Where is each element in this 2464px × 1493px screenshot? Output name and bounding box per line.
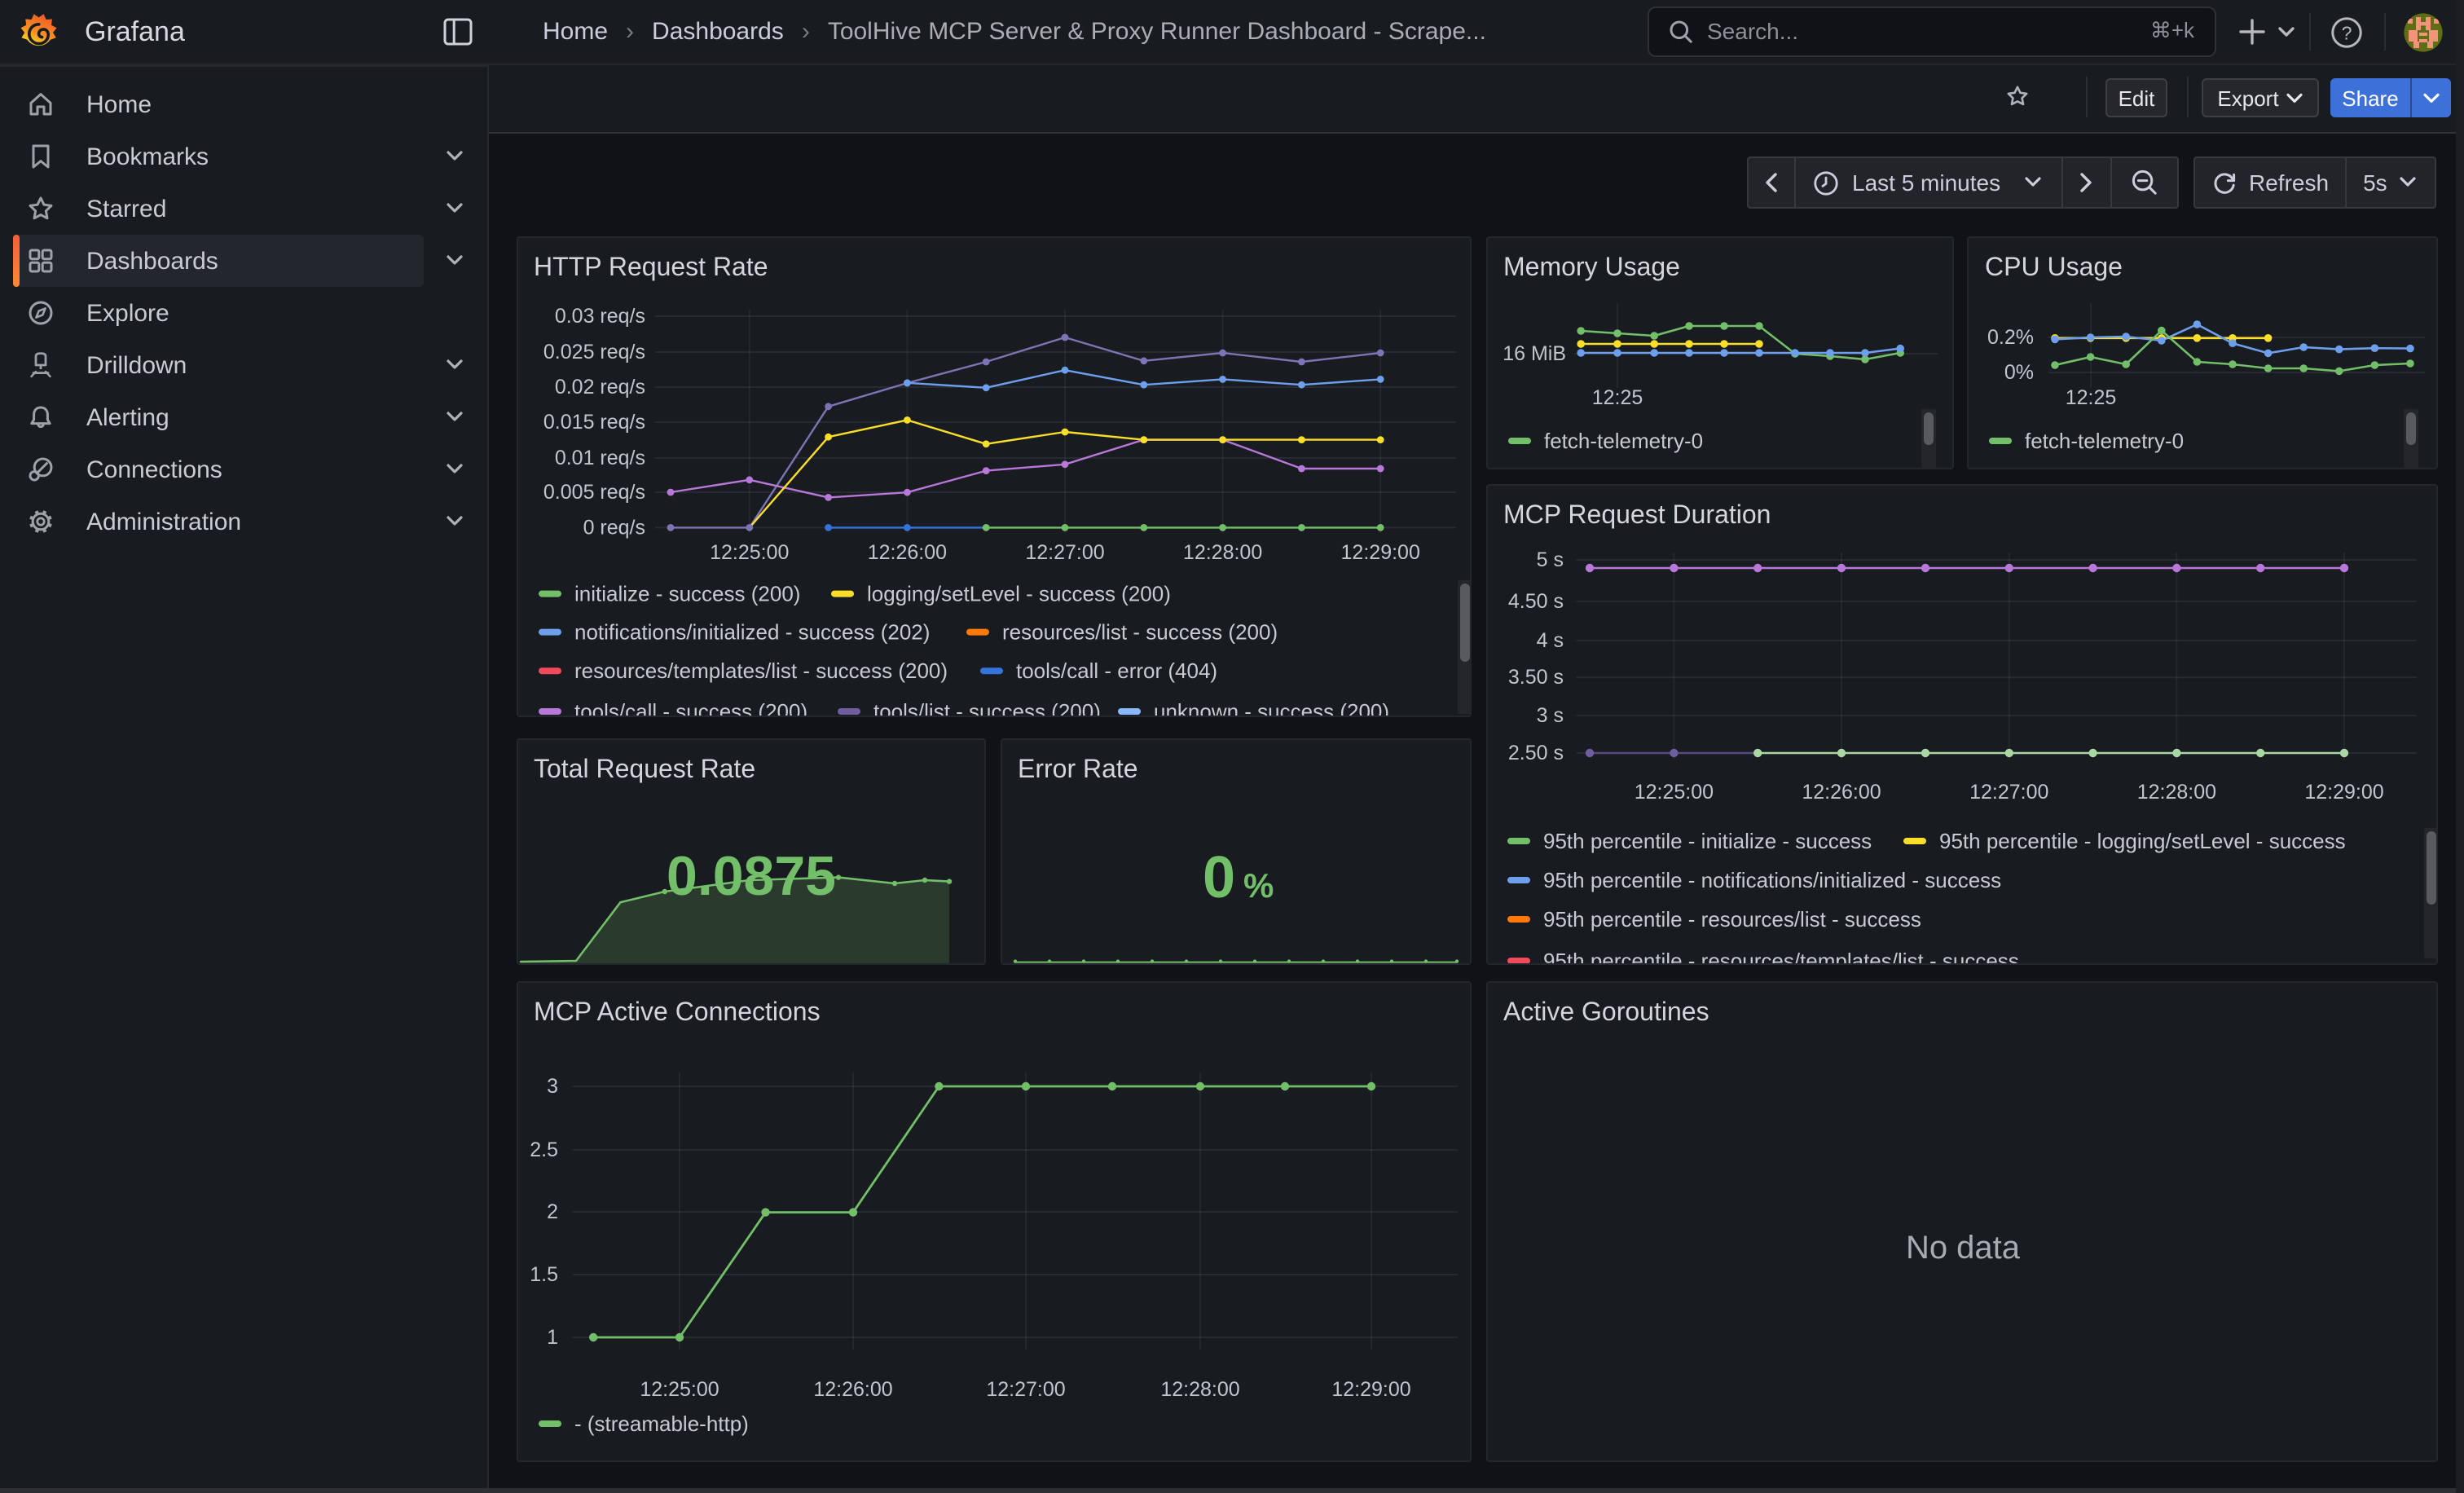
- svg-text:12:27:00: 12:27:00: [1024, 541, 1103, 564]
- svg-text:fetch-telemetry-0: fetch-telemetry-0: [1543, 429, 1702, 453]
- svg-text:initialize - success (200): initialize - success (200): [574, 582, 799, 606]
- svg-text:12:28:00: 12:28:00: [1182, 541, 1261, 564]
- svg-text:2.50 s: 2.50 s: [1507, 742, 1563, 764]
- svg-text:tools/call - success (200): tools/call - success (200): [574, 699, 807, 716]
- svg-text:12:29:00: 12:29:00: [2303, 781, 2383, 804]
- svg-text:95th percentile - resources/li: 95th percentile - resources/list - succe…: [1542, 907, 1921, 931]
- svg-text:16 MiB: 16 MiB: [1502, 342, 1565, 365]
- svg-text:unknown - success (200): unknown - success (200): [1153, 699, 1388, 716]
- svg-text:fetch-telemetry-0: fetch-telemetry-0: [2025, 429, 2184, 453]
- svg-text:12:26:00: 12:26:00: [867, 541, 946, 564]
- svg-text:- (streamable-http): - (streamable-http): [574, 1411, 748, 1435]
- svg-text:12:29:00: 12:29:00: [1340, 541, 1419, 564]
- svg-text:logging/setLevel - success (20: logging/setLevel - success (200): [866, 582, 1170, 606]
- svg-text:12:25: 12:25: [2066, 386, 2117, 409]
- svg-text:3: 3: [546, 1074, 557, 1097]
- svg-text:12:28:00: 12:28:00: [2136, 781, 2215, 804]
- svg-text:95th percentile - notification: 95th percentile - notifications/initiali…: [1542, 868, 2000, 892]
- svg-text:12:25:00: 12:25:00: [639, 1377, 718, 1400]
- svg-text:0: 0: [1202, 845, 1234, 910]
- svg-text:5 s: 5 s: [1536, 548, 1563, 571]
- svg-text:0.025 req/s: 0.025 req/s: [543, 341, 645, 363]
- svg-text:%: %: [1243, 866, 1273, 905]
- svg-text:notifications/initialized - su: notifications/initialized - success (202…: [574, 620, 929, 645]
- svg-text:12:25:00: 12:25:00: [709, 541, 788, 564]
- svg-text:12:27:00: 12:27:00: [1969, 781, 2048, 804]
- svg-text:12:29:00: 12:29:00: [1331, 1377, 1410, 1400]
- svg-text:0.02 req/s: 0.02 req/s: [554, 376, 645, 399]
- svg-text:95th percentile - logging/setL: 95th percentile - logging/setLevel - suc…: [1938, 829, 2345, 853]
- svg-text:0%: 0%: [2004, 361, 2034, 384]
- svg-text:0 req/s: 0 req/s: [583, 516, 645, 539]
- svg-text:resources/templates/list - suc: resources/templates/list - success (200): [574, 658, 947, 683]
- svg-text:4.50 s: 4.50 s: [1507, 590, 1563, 613]
- svg-text:95th percentile - resources/te: 95th percentile - resources/templates/li…: [1542, 949, 2018, 962]
- svg-text:3 s: 3 s: [1536, 704, 1563, 727]
- svg-text:tools/call - error (404): tools/call - error (404): [1015, 658, 1217, 683]
- svg-text:resources/list - success (200): resources/list - success (200): [1001, 620, 1277, 645]
- svg-text:0.2%: 0.2%: [1987, 326, 2034, 349]
- svg-text:tools/list - success (200): tools/list - success (200): [873, 699, 1100, 716]
- svg-text:0.005 req/s: 0.005 req/s: [543, 481, 645, 504]
- svg-text:?: ?: [2342, 22, 2352, 43]
- svg-text:0.0875: 0.0875: [666, 845, 835, 907]
- svg-text:3.50 s: 3.50 s: [1507, 666, 1563, 689]
- svg-text:4 s: 4 s: [1536, 629, 1563, 652]
- svg-text:2.5: 2.5: [529, 1138, 557, 1160]
- svg-text:2: 2: [546, 1200, 557, 1222]
- svg-text:95th percentile - initialize -: 95th percentile - initialize - success: [1542, 829, 1871, 853]
- svg-text:12:27:00: 12:27:00: [985, 1377, 1064, 1400]
- svg-text:12:26:00: 12:26:00: [812, 1377, 891, 1400]
- svg-text:12:25: 12:25: [1591, 386, 1643, 409]
- svg-text:12:28:00: 12:28:00: [1159, 1377, 1239, 1400]
- svg-text:0.015 req/s: 0.015 req/s: [543, 411, 645, 434]
- svg-text:1: 1: [546, 1325, 557, 1348]
- svg-text:12:26:00: 12:26:00: [1801, 781, 1880, 804]
- svg-text:0.03 req/s: 0.03 req/s: [554, 305, 645, 328]
- svg-text:12:25:00: 12:25:00: [1634, 781, 1713, 804]
- svg-text:1.5: 1.5: [529, 1262, 557, 1285]
- svg-text:0.01 req/s: 0.01 req/s: [554, 447, 645, 469]
